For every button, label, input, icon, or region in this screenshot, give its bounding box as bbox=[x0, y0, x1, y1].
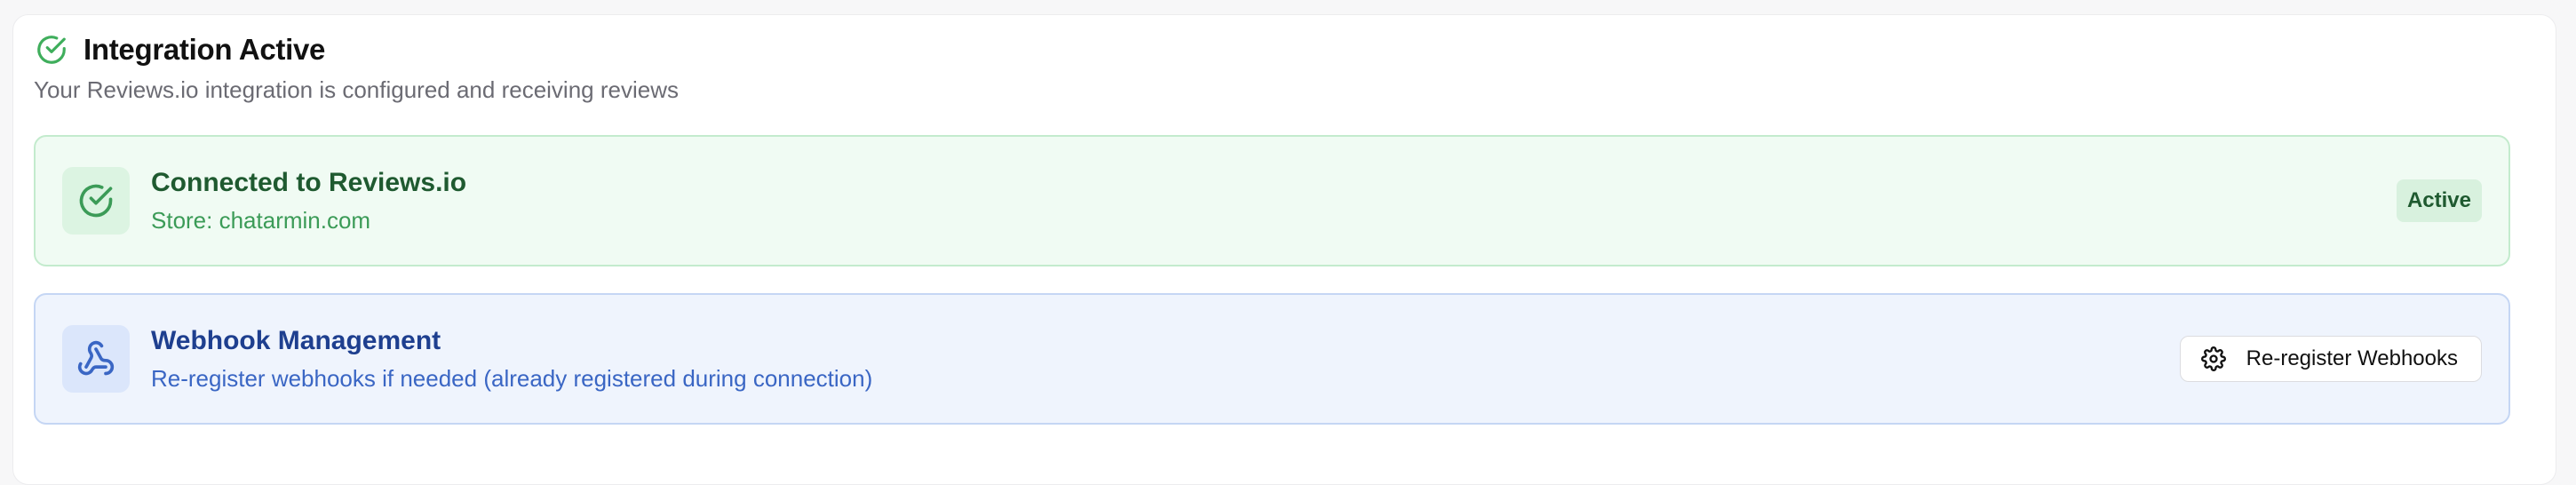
connection-status-panel: Connected to Reviews.io Store: chatarmin… bbox=[34, 135, 2510, 266]
connection-title: Connected to Reviews.io bbox=[151, 168, 467, 197]
webhook-title: Webhook Management bbox=[151, 326, 441, 355]
check-circle-icon bbox=[34, 32, 69, 68]
page-subtitle: Your Reviews.io integration is configure… bbox=[34, 76, 679, 103]
re-register-webhooks-button[interactable]: Re-register Webhooks bbox=[2179, 336, 2482, 382]
re-register-webhooks-label: Re-register Webhooks bbox=[2246, 346, 2458, 370]
check-circle-icon bbox=[62, 167, 130, 235]
webhook-description: Re-register webhooks if needed (already … bbox=[151, 365, 873, 392]
card-header: Integration Active bbox=[34, 32, 325, 68]
page-title: Integration Active bbox=[83, 33, 326, 66]
gear-icon bbox=[2200, 346, 2227, 372]
connection-store: Store: chatarmin.com bbox=[151, 207, 371, 234]
webhook-icon bbox=[62, 325, 130, 393]
webhook-management-panel: Webhook Management Re-register webhooks … bbox=[34, 293, 2510, 425]
status-badge: Active bbox=[2396, 179, 2482, 222]
